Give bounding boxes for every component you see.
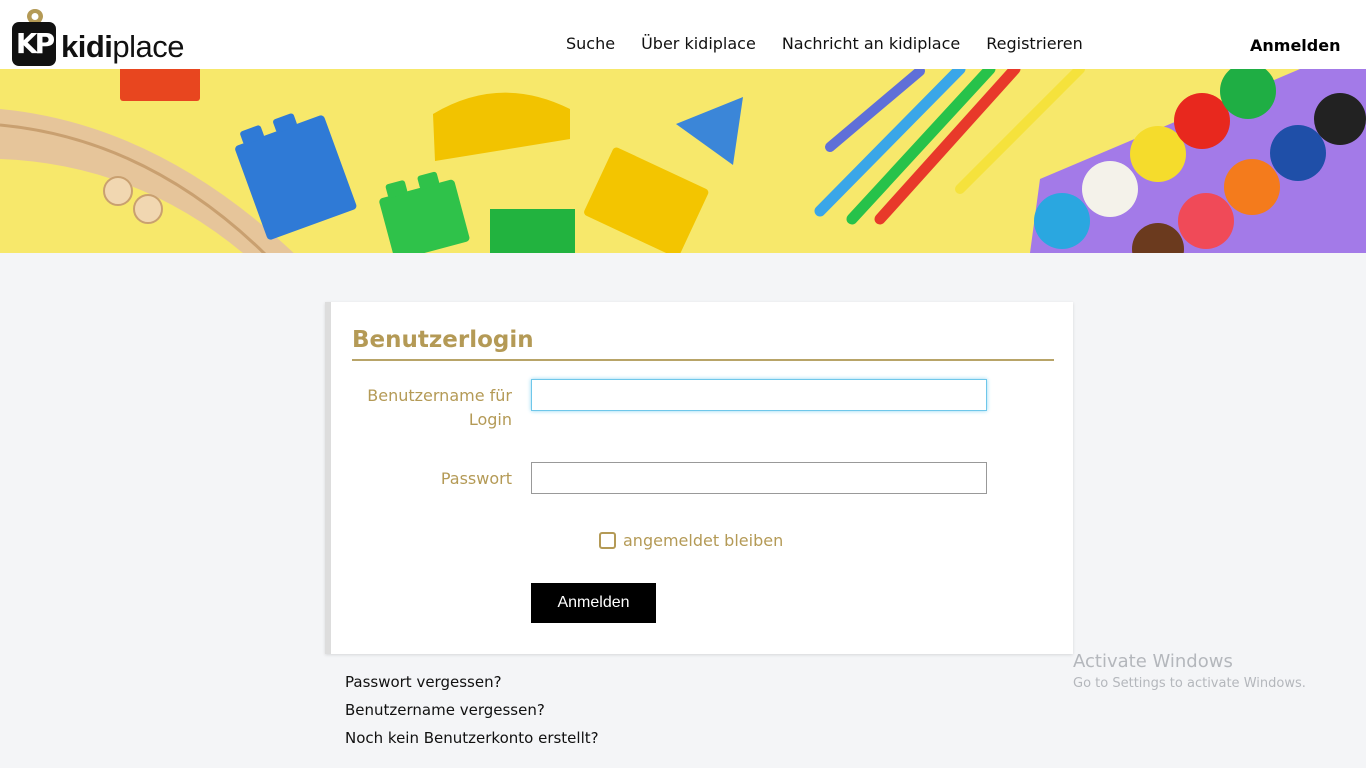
nav-link-ueber[interactable]: Über kidiplace <box>641 34 756 53</box>
logo-wordmark: kidiplace <box>61 29 185 64</box>
forgot-password-link[interactable]: Passwort vergessen? <box>345 668 599 696</box>
help-links: Passwort vergessen? Benutzername vergess… <box>345 668 599 752</box>
forgot-username-link[interactable]: Benutzername vergessen? <box>345 696 599 724</box>
remember-me-label: angemeldet bleiben <box>623 531 784 550</box>
logo-kp-badge: KP <box>12 22 56 66</box>
checkbox-icon[interactable] <box>599 532 616 549</box>
title-divider <box>352 359 1054 361</box>
watermark-subtitle: Go to Settings to activate Windows. <box>1073 676 1306 691</box>
main-nav: Suche Über kidiplace Nachricht an kidipl… <box>566 34 1109 53</box>
nav-link-registrieren[interactable]: Registrieren <box>986 34 1083 53</box>
header-login-link[interactable]: Anmelden <box>1250 36 1340 55</box>
login-card: Benutzerlogin Benutzername für Login Pas… <box>325 302 1073 654</box>
nav-link-suche[interactable]: Suche <box>566 34 615 53</box>
create-account-link[interactable]: Noch kein Benutzerkonto erstellt? <box>345 724 599 752</box>
username-label: Benutzername für Login <box>367 386 512 429</box>
remember-me-toggle[interactable]: angemeldet bleiben <box>599 531 783 550</box>
logo-mark: KP <box>12 8 58 66</box>
banner-illustration <box>0 69 1366 253</box>
windows-activation-watermark: Activate Windows Go to Settings to activ… <box>1073 651 1306 695</box>
kidiplace-logo[interactable]: KP kidiplace <box>12 4 185 66</box>
username-input[interactable] <box>531 379 987 411</box>
password-input[interactable] <box>531 462 987 494</box>
nav-link-nachricht[interactable]: Nachricht an kidiplace <box>782 34 960 53</box>
site-header: KP kidiplace Suche Über kidiplace Nachri… <box>0 0 1366 69</box>
password-label: Passwort <box>440 469 512 488</box>
hero-banner <box>0 69 1366 253</box>
login-submit-button[interactable]: Anmelden <box>531 583 656 623</box>
login-title: Benutzerlogin <box>352 327 534 353</box>
watermark-title: Activate Windows <box>1073 651 1233 672</box>
